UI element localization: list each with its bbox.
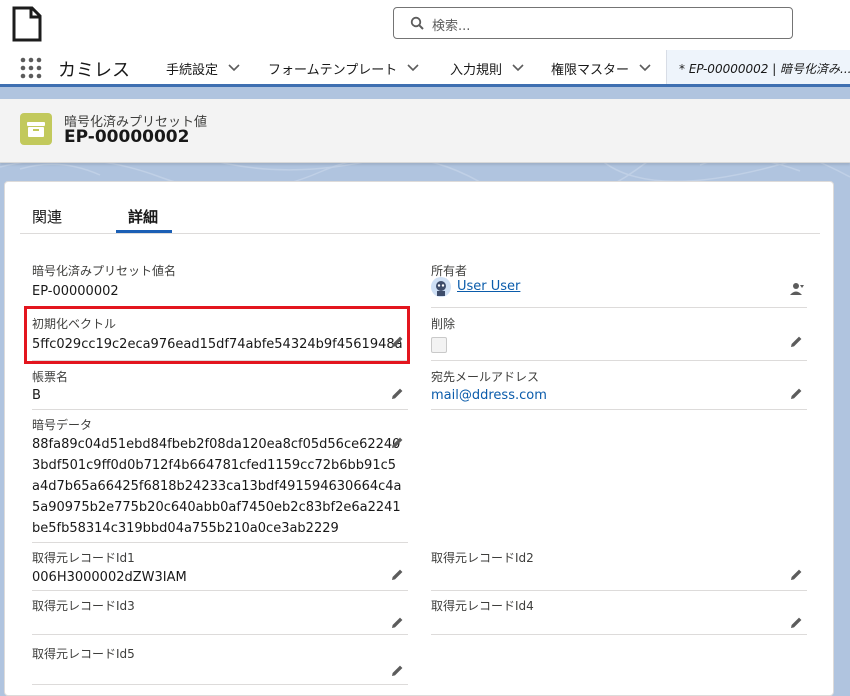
nav-item-validation-rules[interactable]: 入力規則 [450, 50, 524, 86]
field-source-id3: 取得元レコードId3 [32, 597, 408, 635]
chevron-down-icon[interactable] [639, 64, 651, 72]
field-encrypted-data: 暗号データ 88fa89c04d51ebd84fbeb2f08da120ea8c… [32, 416, 408, 543]
nav-item-procedure-settings[interactable]: 手続設定 [166, 50, 240, 86]
nav-item-label: 手続設定 [166, 62, 219, 78]
field-label: 取得元レコードId4 [431, 599, 534, 613]
field-value: EP-00000002 [32, 284, 119, 299]
nav-item-label: 入力規則 [450, 62, 503, 78]
field-label: 暗号データ [32, 418, 93, 432]
field-label: 取得元レコードId2 [431, 551, 534, 565]
edit-pencil-icon[interactable] [789, 616, 803, 630]
nav-item-form-template[interactable]: フォームテンプレート [268, 50, 419, 86]
field-source-id5: 取得元レコードId5 [32, 645, 408, 685]
field-value-multiline: 88fa89c04d51ebd84fbeb2f08da120ea8cf05d56… [32, 434, 402, 539]
search-placeholder: 検索... [432, 19, 471, 34]
app-navigation: カミレス 手続設定 フォームテンプレート 入力規則 権限マスター * EP-00… [0, 50, 850, 87]
field-preset-name: 暗号化済みプリセット値名 EP-00000002 [32, 262, 408, 308]
field-label: 宛先メールアドレス [431, 370, 540, 384]
chevron-down-icon[interactable] [228, 64, 240, 72]
nav-item-permission-master[interactable]: 権限マスター [551, 50, 651, 86]
edit-pencil-icon[interactable] [390, 436, 404, 450]
nav-tab-current-record[interactable]: * EP-00000002 | 暗号化済み... [666, 50, 850, 86]
archive-box-icon [20, 113, 52, 145]
field-label: 取得元レコードId1 [32, 551, 135, 565]
field-dest-email: 宛先メールアドレス mail@ddress.com [431, 368, 807, 410]
highlight-box [24, 306, 410, 364]
edit-pencil-icon[interactable] [789, 387, 803, 401]
edit-pencil-icon[interactable] [390, 664, 404, 678]
data-line: 5a90975b2e775b20c640abb0af7450eb2c83bf2e… [32, 500, 401, 515]
email-link[interactable]: mail@ddress.com [431, 388, 547, 403]
field-label: 暗号化済みプリセット値名 [32, 264, 177, 278]
search-icon [410, 16, 424, 30]
field-value: B [32, 388, 41, 403]
field-form-name: 帳票名 B [32, 368, 408, 410]
record-title: EP-00000002 [64, 127, 190, 147]
document-logo-icon[interactable] [12, 6, 42, 42]
nav-item-label: 権限マスター [551, 62, 630, 78]
edit-pencil-icon[interactable] [390, 568, 404, 582]
data-line: 3bdf501c9ff0d0b712f4b664781cfed1159cc72b… [32, 458, 397, 473]
avatar [431, 277, 451, 297]
field-source-id4: 取得元レコードId4 [431, 597, 807, 635]
field-owner: 所有者 User User [431, 262, 807, 308]
chevron-down-icon[interactable] [512, 64, 524, 72]
field-label: 所有者 [431, 264, 468, 278]
field-label: 帳票名 [32, 370, 69, 384]
app-launcher-icon[interactable] [20, 57, 42, 79]
tab-details[interactable]: 詳細 [128, 206, 158, 227]
edit-pencil-icon[interactable] [390, 387, 404, 401]
global-header: 検索... [0, 0, 850, 50]
change-owner-icon[interactable] [789, 282, 805, 296]
field-label: 取得元レコードId3 [32, 599, 135, 613]
field-value: 006H3000002dZW3IAM [32, 570, 187, 585]
field-source-id2: 取得元レコードId2 [431, 549, 807, 591]
data-line: be5fb58314c319bbd04a755b210a0ce3ab2229 [32, 521, 339, 536]
tab-related[interactable]: 関連 [32, 206, 62, 227]
tab-active-indicator [116, 230, 172, 233]
nav-item-label: フォームテンプレート [268, 62, 398, 78]
field-deleted: 削除 [431, 315, 807, 361]
edit-pencil-icon[interactable] [789, 568, 803, 582]
edit-pencil-icon[interactable] [390, 616, 404, 630]
chevron-down-icon[interactable] [407, 64, 419, 72]
record-tabs: 関連 詳細 [20, 182, 820, 234]
edit-pencil-icon[interactable] [789, 335, 803, 349]
app-name: カミレス [58, 60, 130, 81]
field-source-id1: 取得元レコードId1 006H3000002dZW3IAM [32, 549, 408, 591]
owner-link[interactable]: User User [457, 279, 520, 294]
data-line: a4d7b65a66425f6818b24233ca13bdf491594630… [32, 479, 402, 494]
record-header: 暗号化済みプリセット値 EP-00000002 [0, 99, 850, 163]
field-label: 取得元レコードId5 [32, 647, 135, 661]
data-line: 88fa89c04d51ebd84fbeb2f08da120ea8cf05d56… [32, 437, 401, 452]
deleted-checkbox [431, 337, 447, 353]
field-label: 削除 [431, 317, 456, 331]
global-search-input[interactable]: 検索... [393, 7, 793, 39]
